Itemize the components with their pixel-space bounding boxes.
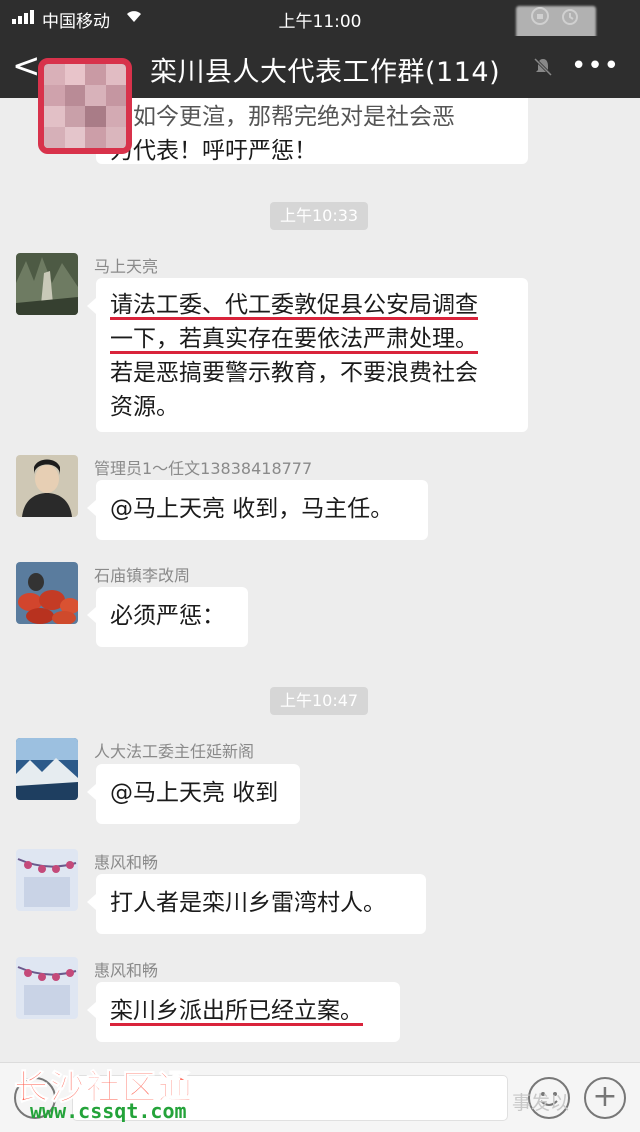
sender-name: 石庙镇李改周 <box>94 566 191 585</box>
message-text: 资源。 <box>110 394 179 420</box>
message-bubble[interactable]: @马上天亮 收到 <box>87 764 300 824</box>
message-bubble[interactable]: 请法工委、代工委敦促县公安局调查 一下，若真实存在要依法严肃处理。 若是恶搞要警… <box>87 278 528 432</box>
status-bar: 中国移动 上午11:00 <box>0 0 640 46</box>
avatar[interactable] <box>16 455 78 517</box>
sender-name: 马上天亮 <box>94 257 159 276</box>
timestamp: 上午10:47 <box>270 687 369 715</box>
avatar[interactable] <box>16 957 78 1019</box>
sender-name: 人大法工委主任延新阁 <box>94 742 255 761</box>
message-text: 打人者是栾川乡雷湾村人。 <box>110 890 386 916</box>
mute-bell-icon <box>533 57 553 77</box>
avatar[interactable] <box>16 562 78 624</box>
sender-name: 管理员1～任文13838418777 <box>94 459 313 478</box>
chat-title: 栾川县人大代表工作群(114) <box>150 57 501 88</box>
message-bubble[interactable]: 必须严惩： <box>87 587 248 647</box>
back-chevron-icon[interactable]: < <box>12 46 41 86</box>
avatar[interactable] <box>16 738 78 800</box>
message-bubble[interactable]: 栾川乡派出所已经立案。 <box>87 982 400 1042</box>
add-attachment-button[interactable]: + <box>584 1077 626 1119</box>
message-list[interactable]: ，如今更渲，那帮完绝对是社会恶 力代表！呼吁严惩！ 上午10:33 马上天亮 请… <box>0 98 640 1062</box>
avatar[interactable] <box>16 253 78 315</box>
message-text: 必须严惩： <box>110 603 225 629</box>
watermark-url: www.cssqt.com <box>30 1099 187 1123</box>
message-text-underlined: 栾川乡派出所已经立案。 <box>110 998 363 1024</box>
pixelated-avatar <box>38 58 132 154</box>
timestamp: 上午10:33 <box>270 202 369 230</box>
message-text: @马上天亮 收到，马主任。 <box>110 496 394 522</box>
message-text-underlined: 一下，若真实存在要依法严肃处理。 <box>110 326 478 352</box>
message-bubble[interactable]: 打人者是栾川乡雷湾村人。 <box>87 874 426 934</box>
message-bubble[interactable]: ，如今更渲，那帮完绝对是社会恶 力代表！呼吁严惩！ <box>96 98 528 164</box>
more-options-icon[interactable]: ••• <box>571 53 620 79</box>
message-text-underlined: 请法工委、代工委敦促县公安局调查 <box>110 292 478 318</box>
sender-name: 惠风和畅 <box>94 853 159 872</box>
message-text: ，如今更渲，那帮完绝对是社会恶 <box>110 104 455 130</box>
sender-name: 惠风和畅 <box>94 961 159 980</box>
message-bubble[interactable]: @马上天亮 收到，马主任。 <box>87 480 428 540</box>
message-text: 若是恶搞要警示教育，不要浪费社会 <box>110 360 478 386</box>
watermark-right: 事发以 <box>512 1092 570 1114</box>
message-text: @马上天亮 收到 <box>110 780 279 806</box>
message-text: 力代表！呼吁严惩！ <box>110 138 317 164</box>
avatar[interactable] <box>16 849 78 911</box>
